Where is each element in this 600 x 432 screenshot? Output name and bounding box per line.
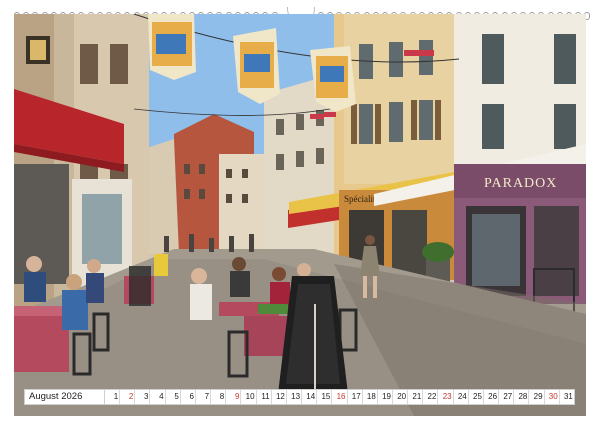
day-cell: 30 xyxy=(545,390,560,404)
day-cell: 8 xyxy=(211,390,227,404)
day-cell: 11 xyxy=(257,390,272,404)
day-cell: 27 xyxy=(499,390,515,404)
planter-shrub xyxy=(422,242,454,262)
day-cell: 16 xyxy=(332,390,348,404)
day-cell: 14 xyxy=(302,390,318,404)
day-cell: 26 xyxy=(484,390,500,404)
day-cell: 3 xyxy=(135,390,151,404)
day-cell: 31 xyxy=(563,392,573,401)
day-cell: 24 xyxy=(454,390,469,404)
shop-sign-paradox: PARADOX xyxy=(484,176,557,191)
day-cell: 7 xyxy=(196,390,212,404)
day-cell: 25 xyxy=(469,390,484,404)
day-cell: 10 xyxy=(241,390,257,404)
street-scene: Spécialités PARADOX xyxy=(14,14,586,416)
day-cell: 15 xyxy=(317,390,333,404)
day-cell: 28 xyxy=(514,390,530,404)
far-building-cream xyxy=(219,154,264,254)
day-cell: 19 xyxy=(378,390,393,404)
day-cell: 21 xyxy=(408,390,424,404)
day-cell: 12 xyxy=(272,390,287,404)
month-label: August 2026 xyxy=(25,390,105,404)
day-cell: 9 xyxy=(226,390,242,404)
day-cell: 23 xyxy=(438,390,454,404)
day-cell: 6 xyxy=(181,390,196,404)
day-cells: 1 2 3 4 5 6 7 8 9 10 11 12 13 14 15 16 17 18 19 20 21 22 23 24 2… xyxy=(105,390,574,404)
day-cell: 1 xyxy=(105,390,121,404)
day-cell: 5 xyxy=(166,390,181,404)
calendar-photo: Spécialités PARADOX xyxy=(14,14,586,416)
day-cell: 22 xyxy=(423,390,439,404)
calendar-strip: August 2026 1 2 3 4 5 6 7 8 9 10 11 12 13 14 15 16 17 18 1… xyxy=(24,389,575,405)
day-cell: 2 xyxy=(120,390,136,404)
day-cell: 17 xyxy=(348,390,363,404)
day-cell: 29 xyxy=(529,390,545,404)
day-cell: 20 xyxy=(393,390,409,404)
day-cell: 13 xyxy=(287,390,303,404)
day-cell: 4 xyxy=(150,390,166,404)
day-cell: 18 xyxy=(363,390,378,404)
